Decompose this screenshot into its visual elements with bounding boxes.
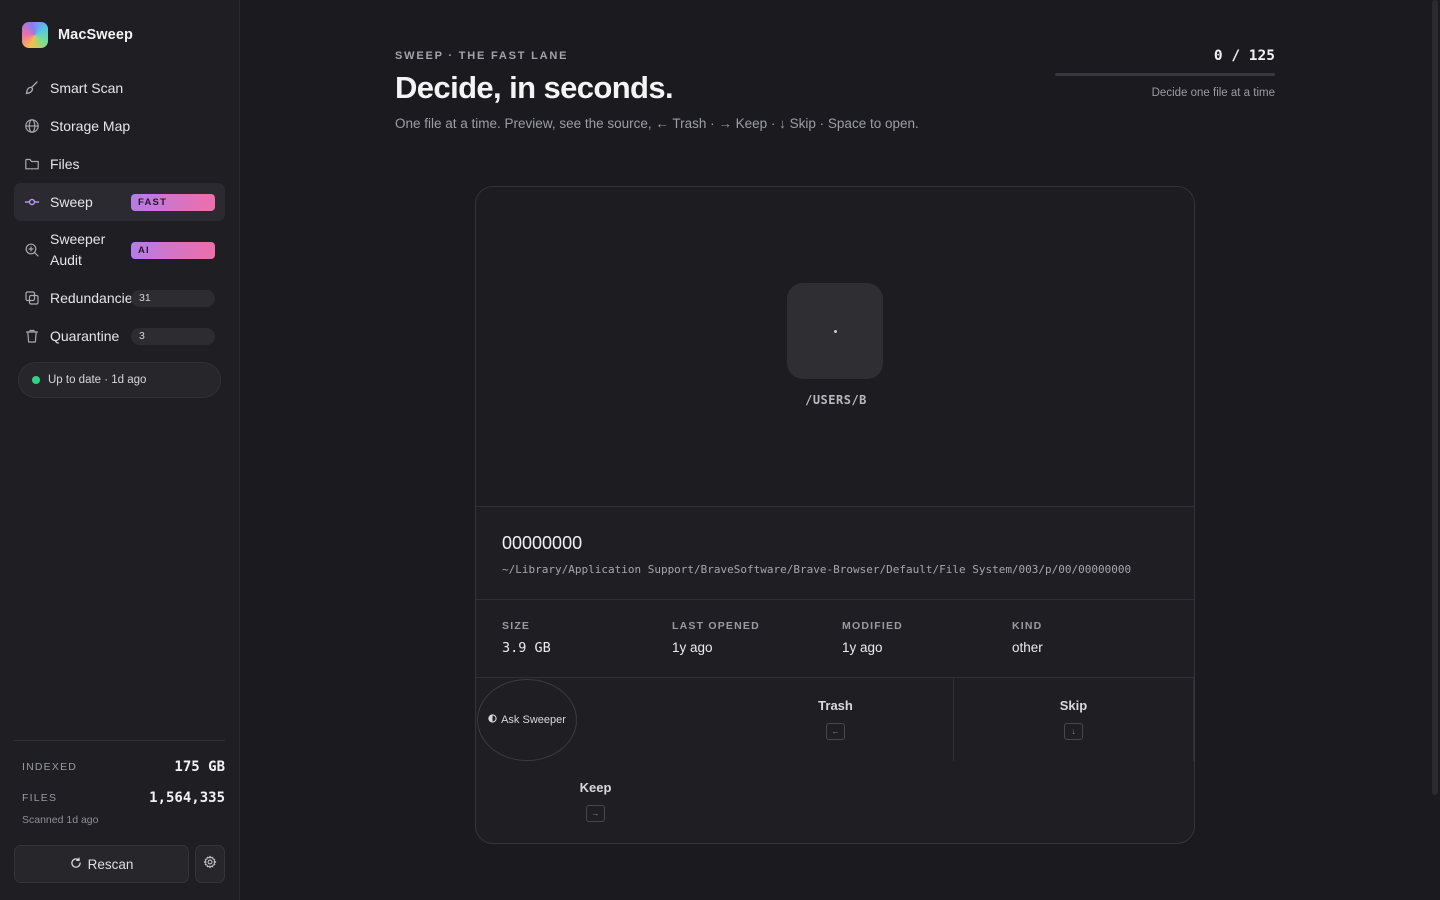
files-label: FILES [22, 792, 58, 804]
file-dot-icon [833, 329, 837, 333]
sidebar-item-label: Sweeper Audit [50, 231, 106, 268]
sidebar-item-label: Sweep [50, 194, 93, 210]
app-name: MacSweep [58, 27, 133, 43]
status-dot-icon [32, 376, 40, 384]
audit-search-icon [24, 242, 40, 258]
sidebar-item-smart-scan[interactable]: Smart Scan [14, 69, 225, 107]
globe-icon [24, 118, 40, 134]
meta-modified: MODIFIED 1y ago [842, 620, 903, 655]
settings-button[interactable] [195, 845, 225, 883]
sidebar-item-label: Files [50, 156, 80, 172]
file-info: 00000000 ~/Library/Application Support/B… [476, 507, 1194, 600]
duplicate-icon [24, 290, 40, 306]
sidebar: MacSweep Smart Scan Storage Map Files Sw… [0, 0, 240, 900]
sidebar-item-redundancies[interactable]: Redundancies 31 [14, 279, 225, 317]
skip-label: Skip [1059, 698, 1088, 713]
meta-modified-value: 1y ago [842, 640, 883, 655]
folder-icon [24, 156, 40, 172]
progress-indicator: 0 / 125 Decide one file at a time [1055, 48, 1275, 99]
scanned-text: Scanned 1d ago [22, 814, 99, 826]
meta-opened-value: 1y ago [672, 640, 713, 655]
action-divider [1193, 678, 1194, 761]
trash-icon [24, 328, 40, 344]
half-circle-icon [488, 714, 497, 726]
skip-button[interactable]: Skip ↓ [1034, 698, 1113, 740]
rescan-button[interactable]: Rescan [14, 845, 189, 883]
preview-source-label: /USERS/B [805, 393, 867, 407]
meta-size-value: 3.9 GB [502, 640, 551, 656]
app-logo [22, 22, 48, 48]
sidebar-item-label: Smart Scan [50, 80, 124, 96]
indexed-label: INDEXED [22, 761, 78, 773]
meta-kind: KIND other [1012, 620, 1043, 655]
update-status-text: Up to date · 1d ago [48, 374, 147, 386]
sidebar-item-label: Storage Map [50, 118, 131, 134]
progress-count: 0 / 125 [1213, 48, 1275, 64]
refresh-icon [70, 857, 82, 872]
redundancies-count: 31 [131, 289, 215, 307]
file-meta: SIZE 3.9 GB LAST OPENED 1y ago MODIFIED … [476, 600, 1194, 678]
page-title: Decide, in seconds. [395, 70, 674, 105]
rescan-label: Rescan [87, 856, 134, 872]
ai-badge: AI [131, 241, 215, 259]
file-preview-tile [787, 283, 883, 379]
sidebar-item-sweep[interactable]: Sweep FAST [14, 183, 225, 221]
brand: MacSweep [22, 22, 133, 48]
sidebar-item-label: Redundancies [50, 290, 140, 306]
sidebar-item-sweeper-audit[interactable]: Sweeper Audit AI [14, 221, 225, 279]
sidebar-nav: Smart Scan Storage Map Files Sweep FAST [14, 69, 225, 355]
main-scrollbar[interactable] [1432, 0, 1438, 795]
meta-modified-label: MODIFIED [842, 620, 903, 632]
meta-kind-label: KIND [1012, 620, 1043, 632]
update-status-chip: Up to date · 1d ago [18, 362, 221, 398]
keep-label: Keep [579, 780, 612, 795]
page-eyebrow: SWEEP · THE FAST LANE [395, 50, 569, 62]
page-subtitle: One file at a time. Preview, see the sou… [395, 116, 919, 131]
sidebar-item-storage-map[interactable]: Storage Map [14, 107, 225, 145]
meta-last-opened: LAST OPENED 1y ago [672, 620, 760, 655]
broom-icon [24, 80, 40, 96]
quarantine-count: 3 [131, 327, 215, 345]
files-stat: FILES 1,564,335 [14, 790, 225, 806]
fast-badge: FAST [131, 193, 215, 211]
sidebar-footer: INDEXED 175 GB FILES 1,564,335 Scanned 1… [14, 740, 225, 883]
file-decision-card: /USERS/B 00000000 ~/Library/Application … [475, 186, 1195, 844]
ask-sweeper-button[interactable]: Ask Sweeper [477, 679, 577, 761]
files-value: 1,564,335 [149, 790, 225, 806]
trash-button[interactable]: Trash ← [796, 698, 875, 740]
progress-hint: Decide one file at a time [1151, 87, 1275, 99]
keep-shortcut-key: → [586, 805, 605, 822]
skip-shortcut-key: ↓ [1064, 723, 1083, 740]
progress-track [1055, 73, 1275, 76]
sidebar-item-quarantine[interactable]: Quarantine 3 [14, 317, 225, 355]
sidebar-item-files[interactable]: Files [14, 145, 225, 183]
meta-opened-label: LAST OPENED [672, 620, 760, 632]
trash-label: Trash [818, 698, 853, 713]
meta-size: SIZE 3.9 GB [502, 620, 551, 656]
file-path: ~/Library/Application Support/BraveSoftw… [502, 563, 1132, 576]
trash-shortcut-key: ← [826, 723, 845, 740]
keep-button[interactable]: Keep → [556, 780, 635, 822]
file-name: 00000000 [502, 533, 583, 553]
indexed-value: 175 GB [174, 759, 225, 775]
action-divider [953, 678, 954, 761]
ask-sweeper-label: Ask Sweeper [501, 714, 566, 726]
indexed-stat: INDEXED 175 GB [14, 759, 225, 775]
file-preview[interactable]: /USERS/B [476, 187, 1194, 507]
action-bar: Ask Sweeper Trash ← Skip ↓ Keep → [476, 678, 1194, 843]
meta-kind-value: other [1012, 640, 1043, 655]
meta-size-label: SIZE [502, 620, 531, 632]
gear-icon [203, 855, 217, 874]
sweep-icon [24, 194, 40, 210]
sidebar-item-label: Quarantine [50, 328, 120, 344]
